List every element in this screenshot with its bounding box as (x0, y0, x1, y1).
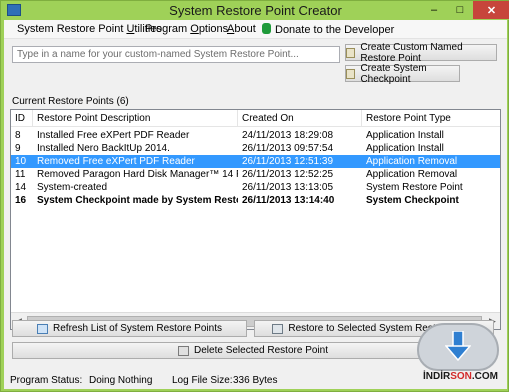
cell-description: Removed Free eXPert PDF Reader (37, 156, 195, 167)
restore-point-icon (346, 47, 356, 58)
cell-description: Installed Free eXPert PDF Reader (37, 130, 190, 141)
program-status-label: Program Status: (10, 375, 83, 386)
cell-type: Application Removal (366, 156, 458, 167)
cell-id: 16 (15, 195, 27, 206)
restore-points-group-label: Current Restore Points (6) (12, 96, 129, 107)
log-size-label: Log File Size: (172, 375, 233, 386)
list-row[interactable]: 10 Removed Free eXPert PDF Reader 26/11/20… (11, 155, 500, 168)
create-custom-restore-point-button[interactable]: Create Custom Named Restore Point (345, 42, 497, 64)
cell-id: 14 (15, 182, 27, 193)
list-row[interactable]: 11 Removed Paragon Hard Disk Manager™ 14 … (11, 168, 500, 181)
cell-created-on: 24/11/2013 18:29:08 (242, 130, 334, 141)
restore-point-name-input[interactable] (12, 46, 340, 63)
cell-type: System Checkpoint (366, 195, 459, 206)
menu-about[interactable]: About (227, 23, 256, 35)
checkpoint-icon (346, 68, 356, 79)
refresh-icon (37, 323, 49, 334)
column-header-created-on[interactable]: Created On (238, 110, 362, 127)
site-watermark: İNDİRSON.COM (411, 319, 509, 392)
list-row[interactable]: 14 System-created 26/11/2013 13:13:05 Syste… (11, 181, 500, 194)
cell-id: 8 (15, 130, 21, 141)
cell-description: Installed Nero BackItUp 2014. (37, 143, 170, 154)
menu-program-options[interactable]: Program Options (145, 23, 228, 35)
cell-description: Removed Paragon Hard Disk Manager™ 14 Pr… (37, 169, 238, 180)
trash-icon (178, 345, 190, 356)
list-row[interactable]: 16 System Checkpoint made by System Resto… (11, 194, 500, 207)
cell-id: 11 (15, 169, 26, 180)
column-header-description[interactable]: Restore Point Description (33, 110, 238, 127)
cell-id: 10 (15, 156, 27, 167)
cell-created-on: 26/11/2013 09:57:54 (242, 143, 334, 154)
list-row[interactable]: 9 Installed Nero BackItUp 2014. 26/11/2013… (11, 142, 500, 155)
cell-type: System Restore Point (366, 182, 463, 193)
restore-points-list[interactable]: ID Restore Point Description Created On … (10, 109, 501, 330)
maximize-button[interactable]: □ (447, 1, 473, 19)
donate-icon (262, 23, 271, 34)
title-bar[interactable]: System Restore Point Creator – □ ✕ (1, 1, 509, 20)
cell-created-on: 26/11/2013 12:52:25 (242, 169, 334, 180)
restore-icon (272, 323, 284, 334)
cell-type: Application Removal (366, 169, 458, 180)
watermark-text: İNDİRSON.COM (422, 371, 498, 382)
close-button[interactable]: ✕ (473, 1, 509, 19)
cell-description: System Checkpoint made by System Restore… (37, 195, 238, 206)
create-system-checkpoint-button[interactable]: Create System Checkpoint (345, 63, 460, 85)
cell-id: 9 (15, 143, 21, 154)
download-arrow-icon (445, 331, 471, 361)
column-header-id[interactable]: ID (11, 110, 33, 127)
app-window: System Restore Point Creator – □ ✕ Syste… (0, 0, 509, 392)
list-row[interactable]: 8 Installed Free eXPert PDF Reader 24/11/2… (11, 129, 500, 142)
menu-bar: System Restore Point Utilities Program O… (4, 20, 507, 39)
program-status-value: Doing Nothing (89, 375, 153, 386)
cell-created-on: 26/11/2013 13:14:40 (242, 195, 335, 206)
menu-utilities[interactable]: System Restore Point Utilities (17, 23, 162, 35)
menu-donate[interactable]: Donate to the Developer (262, 23, 394, 36)
column-header-type[interactable]: Restore Point Type (362, 110, 500, 127)
refresh-list-button[interactable]: Refresh List of System Restore Points (12, 320, 247, 337)
cell-created-on: 26/11/2013 13:13:05 (242, 182, 334, 193)
list-header: ID Restore Point Description Created On … (11, 110, 500, 127)
cell-type: Application Install (366, 143, 444, 154)
cell-description: System-created (37, 182, 108, 193)
minimize-button[interactable]: – (421, 1, 447, 19)
log-size-value: 336 Bytes (233, 375, 278, 386)
cell-type: Application Install (366, 130, 444, 141)
cell-created-on: 26/11/2013 12:51:39 (242, 156, 334, 167)
